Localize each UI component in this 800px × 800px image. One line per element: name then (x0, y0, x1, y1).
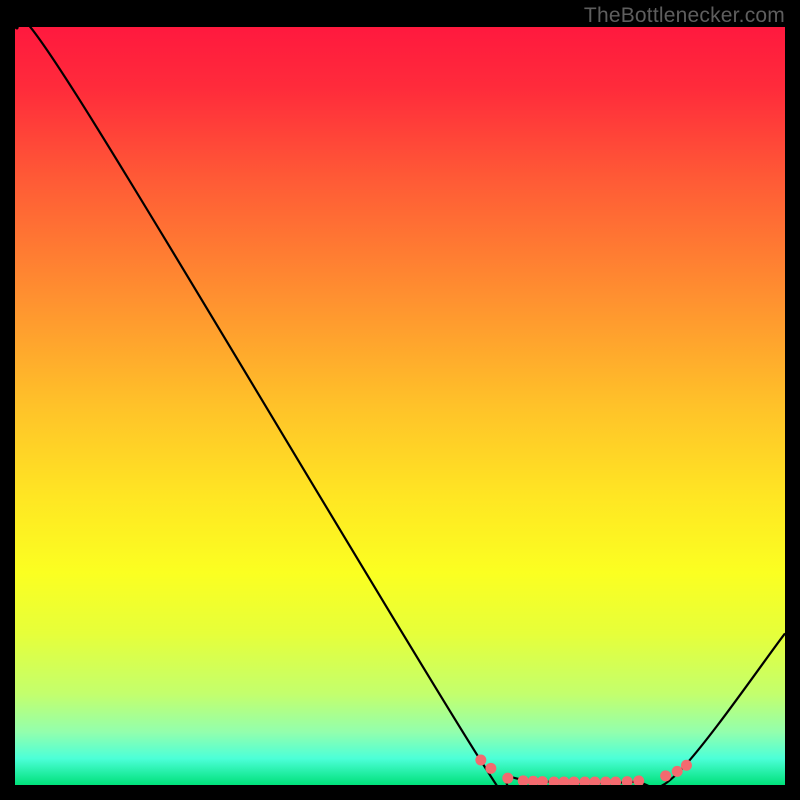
marker-dot (660, 770, 671, 781)
marker-dot (681, 760, 692, 771)
marker-dot (672, 766, 683, 777)
watermark: TheBottlenecker.com (584, 4, 785, 28)
marker-dot (485, 763, 496, 774)
chart-frame (15, 27, 785, 785)
marker-dot (475, 754, 486, 765)
chart-background (15, 27, 785, 785)
chart-svg (15, 27, 785, 785)
marker-dot (502, 773, 513, 784)
